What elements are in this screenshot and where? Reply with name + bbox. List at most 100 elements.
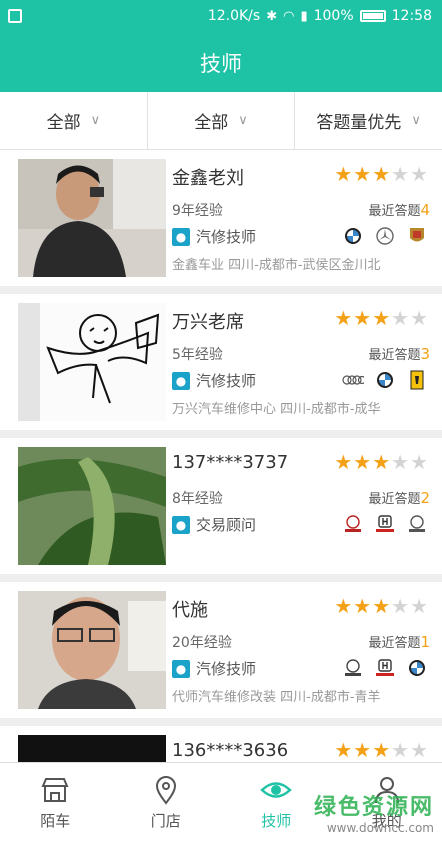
filter-label: 答题量优先: [316, 113, 402, 133]
brand-logos: [342, 226, 428, 246]
tab-stores[interactable]: 门店: [111, 763, 222, 841]
experience-years: 8年经验: [172, 491, 223, 507]
watermark: 绿色资源网 www.downcc.com: [314, 789, 434, 835]
location-pin-icon: [155, 775, 176, 805]
answers-count: 4: [420, 201, 430, 219]
star-icon: ★: [372, 162, 391, 186]
star-icon: ★: [372, 306, 391, 330]
star-empty-icon: ★: [391, 594, 410, 618]
porsche-logo-icon: [406, 226, 428, 246]
star-empty-icon: ★: [391, 162, 410, 186]
rating-stars: ★ ★ ★ ★ ★: [334, 740, 428, 760]
technician-card[interactable]: 代施 ★ ★ ★ ★ ★ 20年经验 最近答题1 ● 汽修技师 代师汽车维修改装…: [0, 582, 442, 718]
filter-bar: 全部 ∨ 全部 ∨ 答题量优先 ∨: [0, 92, 442, 150]
brand-logos: [342, 658, 428, 678]
star-empty-icon: ★: [410, 306, 428, 330]
bmw-logo-icon: [342, 226, 364, 246]
star-icon: ★: [334, 594, 353, 618]
technician-photo: [18, 159, 166, 277]
technician-photo: [18, 447, 166, 565]
recent-answers: 最近答题2: [368, 488, 430, 507]
star-icon: ★: [334, 450, 353, 474]
brand-logos: [342, 370, 428, 390]
star-empty-icon: ★: [391, 306, 410, 330]
role-label: 汽修技师: [196, 372, 257, 390]
tab-cars[interactable]: 陌车: [0, 763, 111, 841]
star-icon: ★: [353, 306, 372, 330]
star-empty-icon: ★: [391, 450, 410, 474]
notification-icon: [8, 9, 22, 23]
star-icon: ★: [334, 162, 353, 186]
filter-sort[interactable]: 答题量优先 ∨: [295, 92, 442, 149]
page-title: 技师: [200, 52, 242, 76]
honda-logo-icon: [374, 658, 396, 678]
filter-region[interactable]: 全部 ∨: [0, 92, 148, 149]
person-icon: ●: [172, 515, 190, 534]
buick-logo-icon: [342, 658, 364, 678]
bmw-logo-icon: [406, 658, 428, 678]
recent-answers: 最近答题3: [368, 344, 430, 363]
technician-card[interactable]: 137****3737 ★ ★ ★ ★ ★ 8年经验 最近答题2 ● 交易顾问: [0, 438, 442, 574]
star-empty-icon: ★: [410, 450, 428, 474]
battery-percent: 100%: [313, 8, 354, 24]
star-icon: ★: [353, 738, 372, 762]
shop-address: 金鑫车业 四川-成都市-武侯区金川北: [172, 258, 381, 273]
technician-photo: [18, 591, 166, 709]
role: ● 汽修技师: [172, 370, 256, 391]
chevron-down-icon: ∨: [90, 113, 101, 128]
star-icon: ★: [372, 450, 391, 474]
technician-card[interactable]: 136****3636 ★ ★ ★ ★ ★: [0, 726, 442, 762]
star-icon: ★: [334, 738, 353, 762]
star-icon: ★: [334, 306, 353, 330]
person-icon: ●: [172, 227, 190, 246]
person-icon: ●: [172, 371, 190, 390]
technician-list: 金鑫老刘 ★ ★ ★ ★ ★ 9年经验 最近答题4 ● 汽修技师 金鑫车业 四川…: [0, 150, 442, 762]
technician-photo: [18, 303, 166, 421]
star-icon: ★: [353, 450, 372, 474]
answers-count: 3: [420, 345, 430, 363]
tab-label: 技师: [261, 811, 292, 830]
clock: 12:58: [391, 8, 432, 24]
rating-stars: ★ ★ ★ ★ ★: [334, 596, 428, 616]
chevron-down-icon: ∨: [238, 113, 248, 128]
honda-logo-icon: [374, 514, 396, 534]
technician-card[interactable]: 万兴老席 ★ ★ ★ ★ ★ 5年经验 最近答题3 ● 汽修技师 万兴汽车维修中…: [0, 294, 442, 430]
buick-logo-icon: [406, 514, 428, 534]
technician-name: 代施: [172, 600, 208, 621]
role: ● 汽修技师: [172, 658, 256, 679]
role-label: 汽修技师: [196, 660, 257, 678]
shop-icon: [41, 777, 69, 802]
watermark-url: www.downcc.com: [326, 821, 434, 835]
filter-label: 全部: [194, 113, 229, 133]
tab-label: 陌车: [40, 811, 71, 830]
star-empty-icon: ★: [410, 594, 428, 618]
rating-stars: ★ ★ ★ ★ ★: [334, 308, 428, 328]
eye-icon: [260, 781, 293, 798]
mercedes-logo-icon: [374, 226, 396, 246]
role: ● 汽修技师: [172, 226, 256, 247]
answers-count: 1: [420, 633, 430, 651]
technician-name: 金鑫老刘: [172, 168, 244, 189]
filter-brand[interactable]: 全部 ∨: [148, 92, 296, 149]
recent-answers: 最近答题1: [368, 632, 430, 651]
technician-photo: [18, 735, 166, 762]
shop-address: 代师汽车维修改装 四川-成都市-青羊: [172, 690, 381, 705]
watermark-text: 绿色资源网: [313, 795, 434, 820]
status-bar-right: 12.0K/s ✱ ◠ ▮ 100% 12:58: [208, 8, 432, 24]
tab-label: 门店: [150, 811, 181, 830]
answers-label: 最近答题: [368, 636, 421, 651]
star-icon: ★: [372, 594, 391, 618]
technician-card[interactable]: 金鑫老刘 ★ ★ ★ ★ ★ 9年经验 最近答题4 ● 汽修技师 金鑫车业 四川…: [0, 150, 442, 286]
audi-logo-icon: [342, 370, 364, 390]
bluetooth-icon: ✱: [266, 8, 278, 24]
title-bar: 技师: [0, 34, 442, 92]
buick-logo-icon: [342, 514, 364, 534]
wifi-icon: ◠: [283, 8, 295, 24]
star-empty-icon: ★: [391, 738, 410, 762]
experience-years: 5年经验: [172, 347, 223, 363]
star-empty-icon: ★: [410, 162, 428, 186]
rating-stars: ★ ★ ★ ★ ★: [334, 452, 428, 472]
recent-answers: 最近答题4: [368, 200, 430, 219]
net-speed: 12.0K/s: [207, 8, 261, 24]
bmw-logo-icon: [374, 370, 396, 390]
